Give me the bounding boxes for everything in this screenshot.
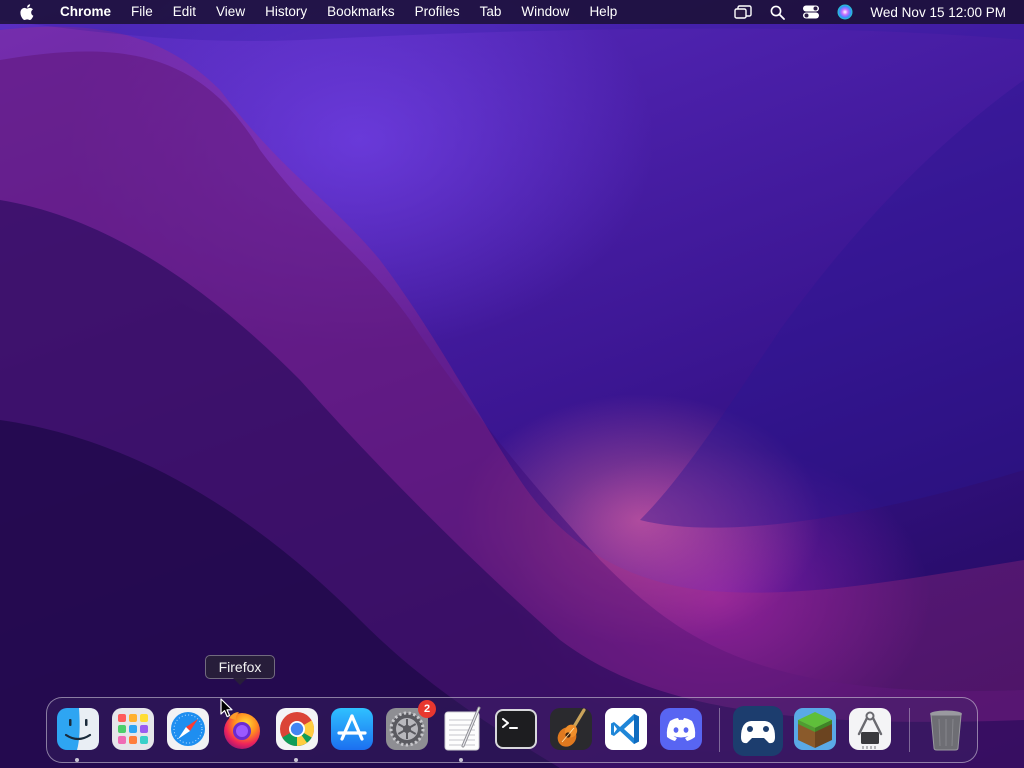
minecraft-icon (794, 708, 836, 750)
dock-item-finder[interactable] (55, 706, 101, 752)
desktop[interactable]: Chrome File Edit View History Bookmarks … (0, 0, 1024, 768)
dock-item-textedit[interactable] (439, 706, 485, 752)
running-indicator (459, 758, 463, 762)
menu-bookmarks[interactable]: Bookmarks (317, 0, 405, 24)
menu-bar: Chrome File Edit View History Bookmarks … (0, 0, 1024, 24)
screen-mirroring-icon[interactable] (732, 0, 754, 24)
tooltip-arrow (233, 678, 247, 685)
control-center-icon[interactable] (800, 0, 822, 24)
app-store-icon (331, 708, 373, 750)
dock-item-system-information[interactable] (847, 706, 893, 752)
system-information-icon (849, 708, 891, 750)
launchpad-icon (112, 708, 154, 750)
menu-tab[interactable]: Tab (470, 0, 512, 24)
dock-tooltip: Firefox (205, 655, 275, 685)
dock-item-steam-link[interactable] (733, 706, 783, 756)
menu-help[interactable]: Help (579, 0, 627, 24)
menu-history[interactable]: History (255, 0, 317, 24)
dock-item-terminal[interactable] (493, 706, 539, 752)
running-indicator (75, 758, 79, 762)
notification-badge: 2 (418, 700, 436, 718)
dock-item-minecraft[interactable] (792, 706, 838, 752)
spotlight-search-icon[interactable] (766, 0, 788, 24)
dock-item-launchpad[interactable] (110, 706, 156, 752)
running-indicator (294, 758, 298, 762)
dock-item-chrome[interactable] (274, 706, 320, 752)
dock-item-trash[interactable] (923, 706, 969, 752)
dock-tooltip-label: Firefox (218, 659, 262, 675)
finder-icon (57, 708, 99, 750)
wallpaper (0, 0, 1024, 768)
trash-icon (930, 710, 962, 751)
safari-icon (167, 708, 209, 750)
mouse-cursor-icon (220, 698, 233, 718)
dock-item-discord[interactable] (658, 706, 704, 752)
chrome-icon (276, 708, 318, 750)
siri-icon[interactable] (834, 0, 856, 24)
apple-menu-icon[interactable] (18, 0, 36, 24)
dock-item-system-preferences[interactable]: 2 (384, 700, 436, 752)
menu-window[interactable]: Window (511, 0, 579, 24)
terminal-icon (495, 709, 537, 749)
vscode-icon (605, 708, 647, 750)
dock-separator (909, 708, 910, 752)
menu-clock[interactable]: Wed Nov 15 12:00 PM (870, 5, 1006, 20)
discord-icon (660, 708, 702, 750)
dock-item-safari[interactable] (165, 706, 211, 752)
dock-separator (719, 708, 720, 752)
dock-item-app-store[interactable] (329, 706, 375, 752)
menu-view[interactable]: View (206, 0, 255, 24)
dock: 2 (46, 697, 978, 763)
menu-profiles[interactable]: Profiles (405, 0, 470, 24)
menu-file[interactable]: File (121, 0, 163, 24)
textedit-icon (444, 706, 481, 751)
menu-edit[interactable]: Edit (163, 0, 206, 24)
steam-link-icon (733, 706, 783, 756)
dock-item-garageband[interactable] (548, 706, 594, 752)
garageband-icon (550, 708, 592, 750)
menu-app-name[interactable]: Chrome (52, 0, 121, 24)
dock-item-vscode[interactable] (603, 706, 649, 752)
